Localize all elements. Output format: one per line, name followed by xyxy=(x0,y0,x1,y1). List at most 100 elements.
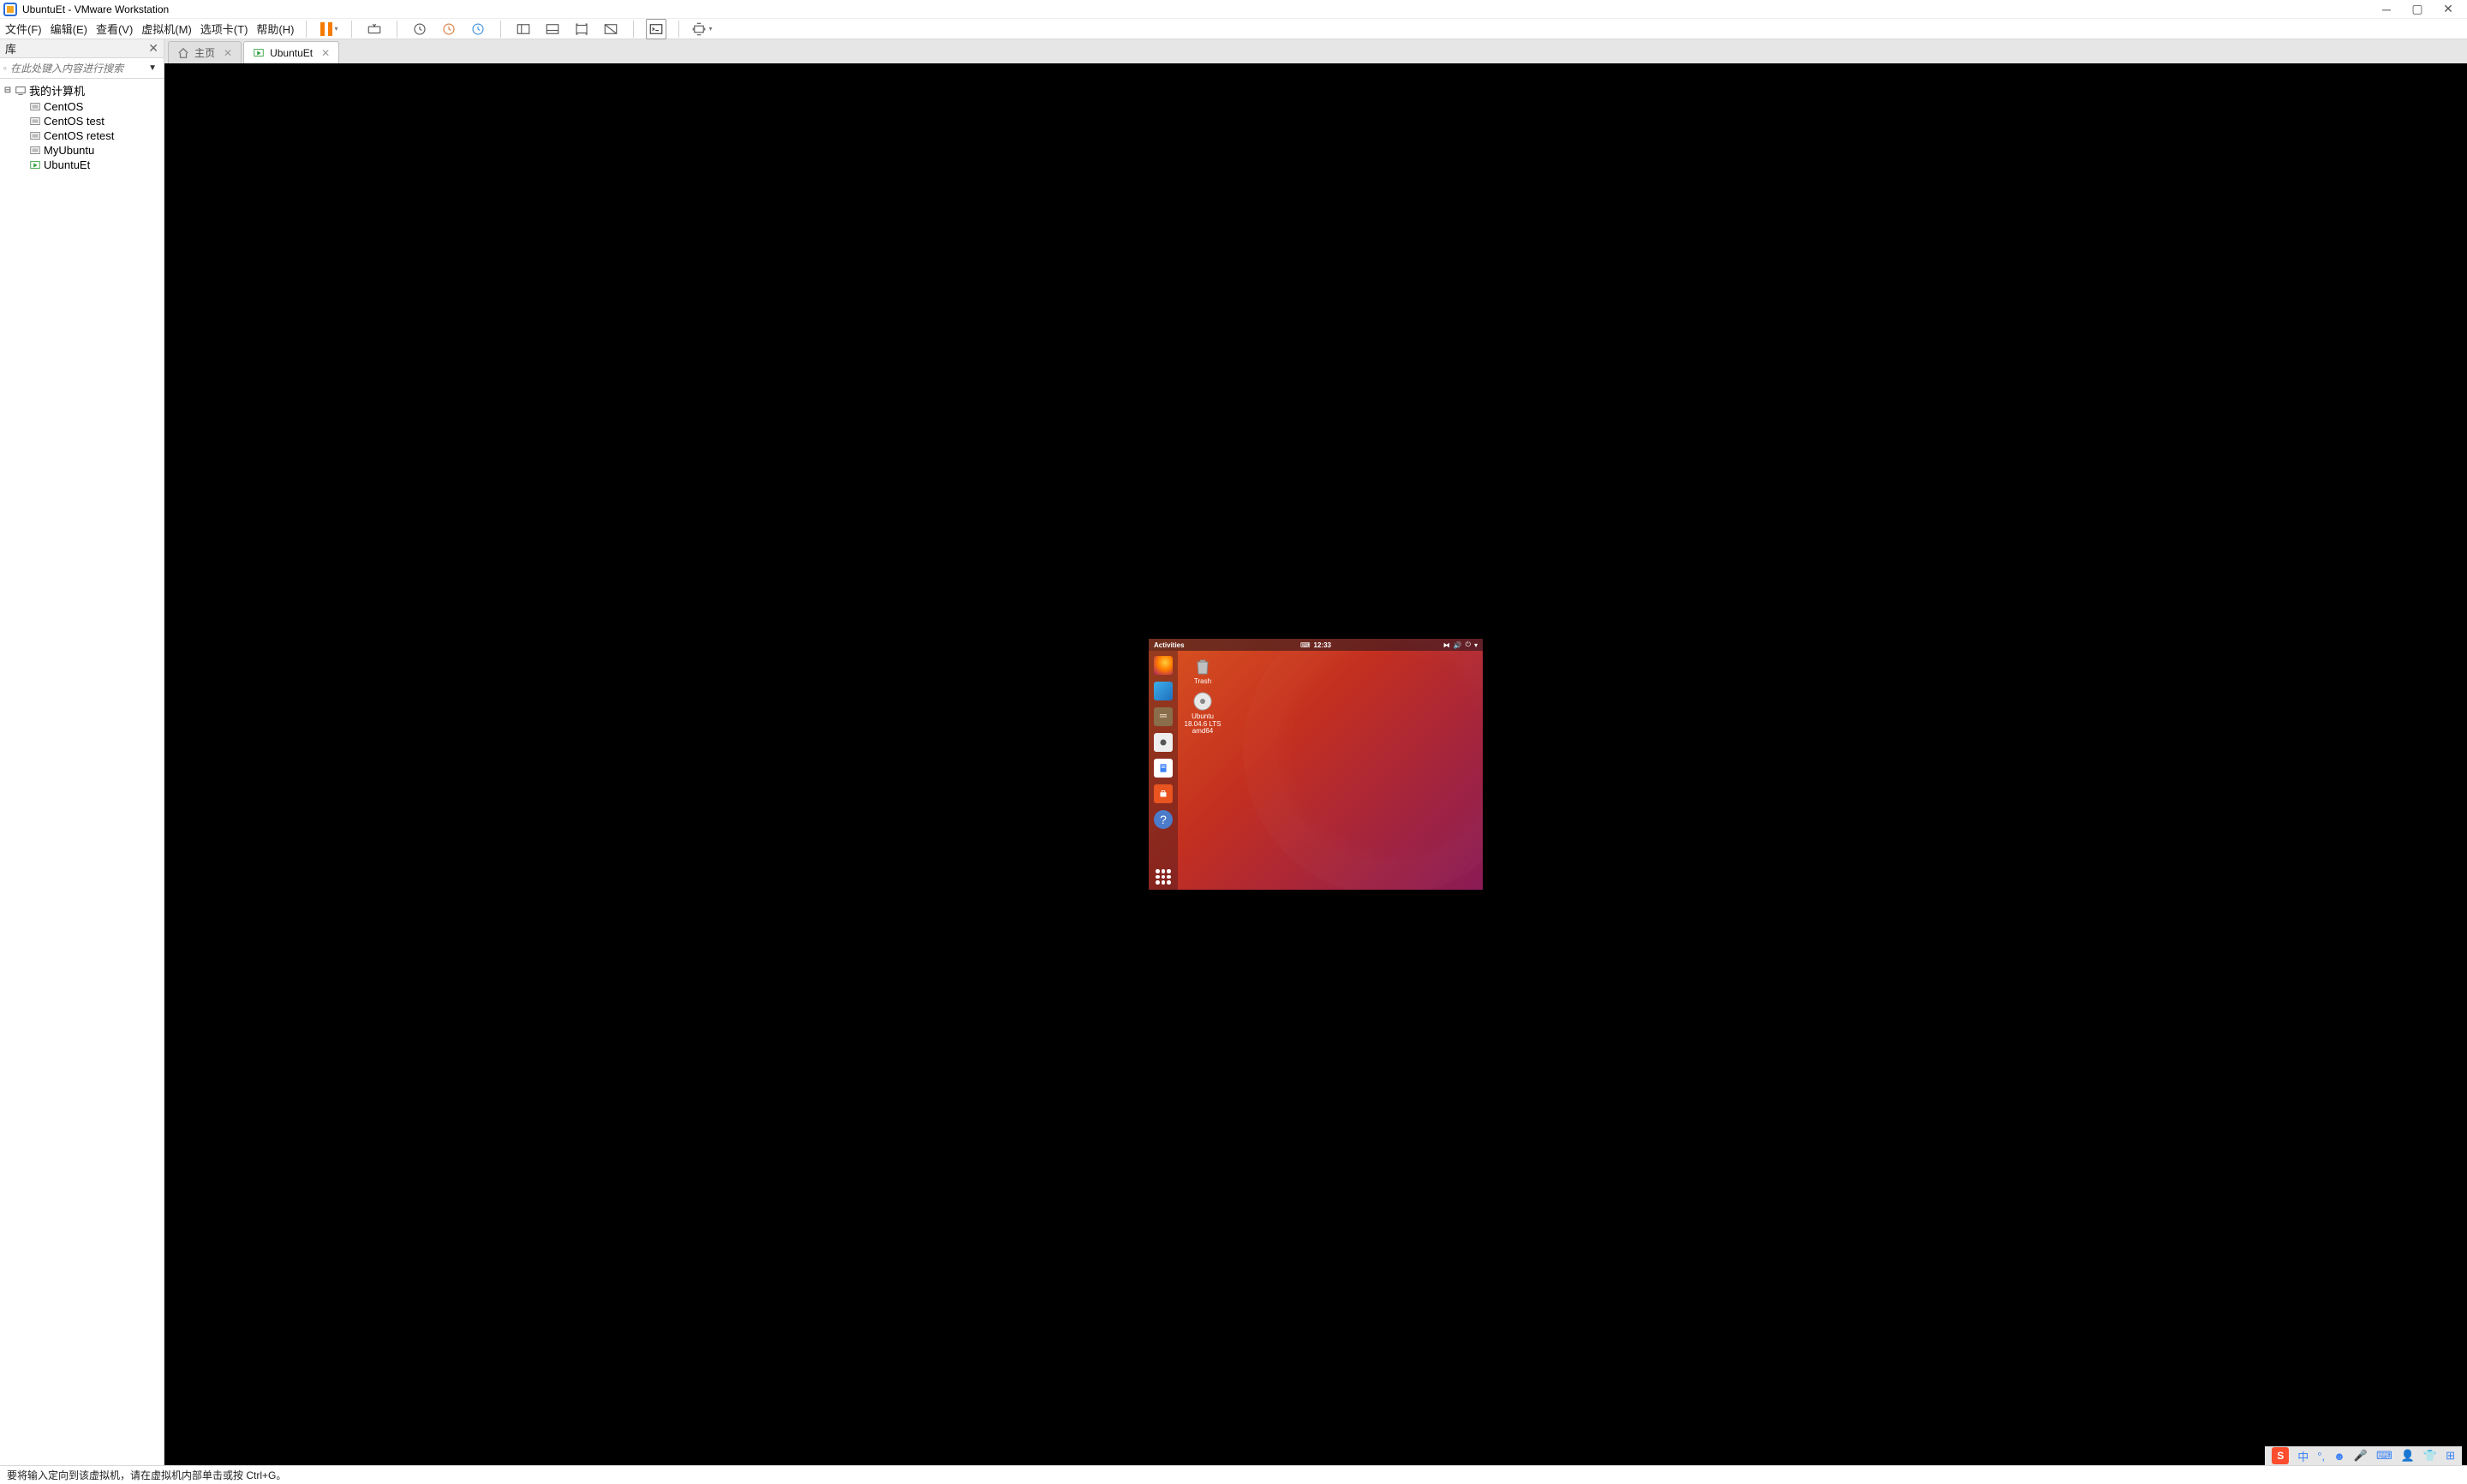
volume-icon: 🔊 xyxy=(1454,641,1462,649)
tab-vm-label: UbuntuEt xyxy=(270,47,313,59)
minimize-button[interactable]: ─ xyxy=(2371,0,2402,19)
tree-item-label: CentOS xyxy=(44,100,83,113)
ime-lang-indicator[interactable]: 中 xyxy=(2297,1448,2309,1464)
menu-vm[interactable]: 虚拟机(M) xyxy=(141,21,192,37)
desktop-disc[interactable]: Ubuntu 18.04.6 LTS amd64 xyxy=(1183,691,1222,736)
statusbar: 要将输入定向到该虚拟机，请在虚拟机内部单击或按 Ctrl+G。 xyxy=(0,1465,2467,1484)
revert-snapshot-button[interactable] xyxy=(439,19,459,39)
console-view-button[interactable] xyxy=(646,19,666,39)
tab-row: 主页 ✕ UbuntuEt ✕ xyxy=(164,39,2467,63)
terminal-icon xyxy=(648,21,664,37)
chevron-down-icon[interactable]: ▾ xyxy=(708,25,712,33)
keyboard-indicator-icon: ⌨ xyxy=(1300,641,1311,649)
close-library-button[interactable]: ✕ xyxy=(148,41,158,56)
show-console-button[interactable] xyxy=(542,19,563,39)
send-ctrl-alt-del-button[interactable] xyxy=(364,19,385,39)
gnome-desktop-area[interactable]: Trash Ubuntu 18.04.6 LTS amd64 xyxy=(1178,651,1483,890)
fullscreen-button[interactable] xyxy=(571,19,592,39)
activities-button[interactable]: Activities xyxy=(1154,641,1185,649)
disc-icon xyxy=(1192,691,1213,712)
clock-warn-icon xyxy=(441,21,457,37)
status-area[interactable]: ⧓ 🔊 ⏻ ▾ xyxy=(1443,641,1478,649)
library-tree: ⊟ 我的计算机 CentOS CentOS test CentOS retest xyxy=(0,79,164,1465)
menubar: 文件(F) 编辑(E) 查看(V) 虚拟机(M) 选项卡(T) 帮助(H) ▾ xyxy=(0,19,2467,39)
tree-item-label: UbuntuEt xyxy=(44,158,90,171)
pause-button[interactable]: ▾ xyxy=(319,19,339,39)
unity-icon xyxy=(603,21,618,37)
tree-item-centos-retest[interactable]: CentOS retest xyxy=(0,128,164,143)
window-controls: ─ ▢ ✕ xyxy=(2371,0,2464,19)
collapse-icon[interactable]: ⊟ xyxy=(3,86,12,95)
menu-view[interactable]: 查看(V) xyxy=(96,21,133,37)
network-icon: ⧓ xyxy=(1443,641,1450,649)
show-sidebar-button[interactable] xyxy=(513,19,534,39)
desktop-disc-label: Ubuntu 18.04.6 LTS amd64 xyxy=(1183,713,1222,736)
chevron-down-icon[interactable]: ▾ xyxy=(334,25,337,33)
show-applications-button[interactable] xyxy=(1156,869,1171,885)
tree-item-centos[interactable]: CentOS xyxy=(0,99,164,114)
window-title: UbuntuEt - VMware Workstation xyxy=(22,3,2371,15)
ime-bar[interactable]: S 中 °, ☻ 🎤 ⌨ 👤 👕 ⊞ xyxy=(2265,1446,2462,1465)
clock-manager-icon xyxy=(470,21,486,37)
ime-skin-icon[interactable]: 👕 xyxy=(2423,1449,2437,1463)
library-search-row: ▼ xyxy=(0,58,164,79)
search-icon xyxy=(3,63,7,74)
libreoffice-writer-icon[interactable] xyxy=(1154,759,1173,778)
tree-item-label: MyUbuntu xyxy=(44,144,94,157)
computer-icon xyxy=(15,85,27,97)
tab-ubuntuet[interactable]: UbuntuEt ✕ xyxy=(243,41,339,63)
ime-voice-icon[interactable]: 🎤 xyxy=(2354,1449,2368,1463)
ime-user-icon[interactable]: 👤 xyxy=(2401,1449,2415,1463)
ime-softkbd-icon[interactable]: ⌨ xyxy=(2376,1449,2392,1463)
ime-emoji-icon[interactable]: ☻ xyxy=(2333,1450,2345,1463)
maximize-button[interactable]: ▢ xyxy=(2402,0,2433,19)
sogou-ime-icon[interactable]: S xyxy=(2272,1447,2289,1464)
desktop-trash[interactable]: Trash xyxy=(1183,656,1222,686)
tab-close-vm[interactable]: ✕ xyxy=(321,47,330,59)
app-window: UbuntuEt - VMware Workstation ─ ▢ ✕ 文件(F… xyxy=(0,0,2467,1484)
search-dropdown-button[interactable]: ▼ xyxy=(145,63,160,73)
tab-close-home[interactable]: ✕ xyxy=(224,47,232,59)
vm-icon xyxy=(29,130,41,142)
unity-button[interactable] xyxy=(600,19,621,39)
guest-desktop[interactable]: Activities ⌨ 12:33 ⧓ 🔊 ⏻ ▾ xyxy=(1149,639,1483,890)
ubuntu-software-icon[interactable] xyxy=(1154,784,1173,803)
tree-item-ubuntuet[interactable]: UbuntuEt xyxy=(0,158,164,172)
files-icon[interactable] xyxy=(1154,707,1173,726)
menu-edit[interactable]: 编辑(E) xyxy=(51,21,87,37)
snapshot-manager-button[interactable] xyxy=(468,19,488,39)
chevron-down-icon: ▾ xyxy=(1474,641,1478,649)
desktop-trash-label: Trash xyxy=(1194,678,1211,686)
ime-punct-icon[interactable]: °, xyxy=(2317,1450,2325,1463)
tree-item-myubuntu[interactable]: MyUbuntu xyxy=(0,143,164,158)
tree-item-label: CentOS retest xyxy=(44,129,114,142)
content-area: 主页 ✕ UbuntuEt ✕ Activities ⌨ 12:33 xyxy=(164,39,2467,1465)
tree-root-my-computer[interactable]: ⊟ 我的计算机 xyxy=(0,81,164,99)
library-sidebar: 库 ✕ ▼ ⊟ 我的计算机 CentOS xyxy=(0,39,164,1465)
gnome-topbar[interactable]: Activities ⌨ 12:33 ⧓ 🔊 ⏻ ▾ xyxy=(1149,639,1483,651)
thunderbird-icon[interactable] xyxy=(1154,682,1173,700)
divider xyxy=(678,21,679,38)
tree-root-label: 我的计算机 xyxy=(29,82,85,98)
ime-toolbox-icon[interactable]: ⊞ xyxy=(2446,1449,2455,1463)
library-search-input[interactable] xyxy=(10,63,145,74)
library-header: 库 ✕ xyxy=(0,39,164,58)
menu-tabs[interactable]: 选项卡(T) xyxy=(200,21,248,37)
menu-file[interactable]: 文件(F) xyxy=(5,21,42,37)
stretch-guest-button[interactable]: ▾ xyxy=(691,19,712,39)
tab-home[interactable]: 主页 ✕ xyxy=(168,41,242,63)
firefox-icon[interactable] xyxy=(1154,656,1173,675)
close-button[interactable]: ✕ xyxy=(2433,0,2464,19)
snapshot-button[interactable] xyxy=(409,19,430,39)
expand-icon xyxy=(574,21,589,37)
vm-viewport[interactable]: Activities ⌨ 12:33 ⧓ 🔊 ⏻ ▾ xyxy=(164,63,2467,1465)
tree-item-centos-test[interactable]: CentOS test xyxy=(0,114,164,128)
clock-area[interactable]: ⌨ 12:33 xyxy=(1300,641,1331,649)
menu-help[interactable]: 帮助(H) xyxy=(256,21,294,37)
library-header-label: 库 xyxy=(5,40,16,57)
trash-icon xyxy=(1192,656,1213,676)
help-icon[interactable]: ? xyxy=(1154,810,1173,829)
rhythmbox-icon[interactable] xyxy=(1154,733,1173,752)
divider xyxy=(351,21,352,38)
home-icon xyxy=(177,47,189,59)
